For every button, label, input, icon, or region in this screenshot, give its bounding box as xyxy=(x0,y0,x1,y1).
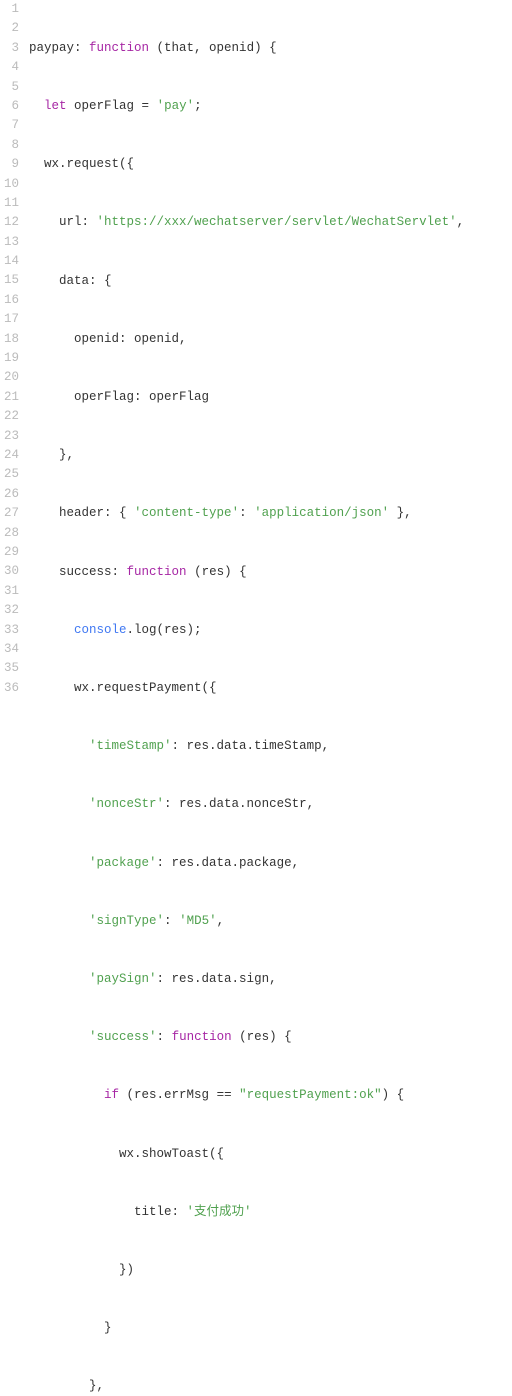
line-number: 2 xyxy=(4,19,19,38)
code-line[interactable]: let operFlag = 'pay'; xyxy=(29,97,512,116)
line-number: 12 xyxy=(4,213,19,232)
line-number: 28 xyxy=(4,524,19,543)
line-number: 8 xyxy=(4,136,19,155)
code-line[interactable]: 'timeStamp': res.data.timeStamp, xyxy=(29,737,512,756)
code-line[interactable]: }, xyxy=(29,446,512,465)
line-number: 13 xyxy=(4,233,19,252)
line-number: 27 xyxy=(4,504,19,523)
code-line[interactable]: console.log(res); xyxy=(29,621,512,640)
line-number: 3 xyxy=(4,39,19,58)
line-number: 17 xyxy=(4,310,19,329)
line-number: 11 xyxy=(4,194,19,213)
code-line[interactable]: 'signType': 'MD5', xyxy=(29,912,512,931)
code-line[interactable]: 'success': function (res) { xyxy=(29,1028,512,1047)
line-number: 4 xyxy=(4,58,19,77)
code-line[interactable]: paypay: function (that, openid) { xyxy=(29,39,512,58)
code-line[interactable]: title: '支付成功' xyxy=(29,1203,512,1222)
code-line[interactable]: 'package': res.data.package, xyxy=(29,854,512,873)
code-line[interactable]: wx.request({ xyxy=(29,155,512,174)
code-line[interactable]: }, xyxy=(29,1377,512,1396)
line-number: 34 xyxy=(4,640,19,659)
code-line[interactable]: wx.showToast({ xyxy=(29,1145,512,1164)
code-line[interactable]: openid: openid, xyxy=(29,330,512,349)
code-line[interactable]: if (res.errMsg == "requestPayment:ok") { xyxy=(29,1086,512,1105)
code-line[interactable]: wx.requestPayment({ xyxy=(29,679,512,698)
line-number: 6 xyxy=(4,97,19,116)
code-line[interactable]: }) xyxy=(29,1261,512,1280)
line-number: 36 xyxy=(4,679,19,698)
line-number: 9 xyxy=(4,155,19,174)
line-number: 35 xyxy=(4,659,19,678)
line-number: 7 xyxy=(4,116,19,135)
code-line[interactable]: 'paySign': res.data.sign, xyxy=(29,970,512,989)
code-area[interactable]: paypay: function (that, openid) { let op… xyxy=(29,0,512,1396)
line-number: 32 xyxy=(4,601,19,620)
line-number: 16 xyxy=(4,291,19,310)
line-number: 24 xyxy=(4,446,19,465)
line-number: 19 xyxy=(4,349,19,368)
code-line[interactable]: data: { xyxy=(29,272,512,291)
code-line[interactable]: success: function (res) { xyxy=(29,563,512,582)
line-number: 20 xyxy=(4,368,19,387)
line-number: 26 xyxy=(4,485,19,504)
code-line[interactable]: } xyxy=(29,1319,512,1338)
code-line[interactable]: 'nonceStr': res.data.nonceStr, xyxy=(29,795,512,814)
line-number: 29 xyxy=(4,543,19,562)
code-line[interactable]: url: 'https://xxx/wechatserver/servlet/W… xyxy=(29,213,512,232)
line-number: 18 xyxy=(4,330,19,349)
line-number: 21 xyxy=(4,388,19,407)
line-number: 15 xyxy=(4,271,19,290)
code-line[interactable]: operFlag: operFlag xyxy=(29,388,512,407)
code-container: 1 2 3 4 5 6 7 8 9 10 11 12 13 14 15 16 1… xyxy=(0,0,512,1396)
line-number: 30 xyxy=(4,562,19,581)
line-number: 14 xyxy=(4,252,19,271)
line-number: 33 xyxy=(4,621,19,640)
line-number: 22 xyxy=(4,407,19,426)
line-number: 31 xyxy=(4,582,19,601)
code-line[interactable]: header: { 'content-type': 'application/j… xyxy=(29,504,512,523)
line-number-gutter: 1 2 3 4 5 6 7 8 9 10 11 12 13 14 15 16 1… xyxy=(0,0,29,1396)
line-number: 25 xyxy=(4,465,19,484)
line-number: 5 xyxy=(4,78,19,97)
line-number: 10 xyxy=(4,175,19,194)
line-number: 1 xyxy=(4,0,19,19)
line-number: 23 xyxy=(4,427,19,446)
